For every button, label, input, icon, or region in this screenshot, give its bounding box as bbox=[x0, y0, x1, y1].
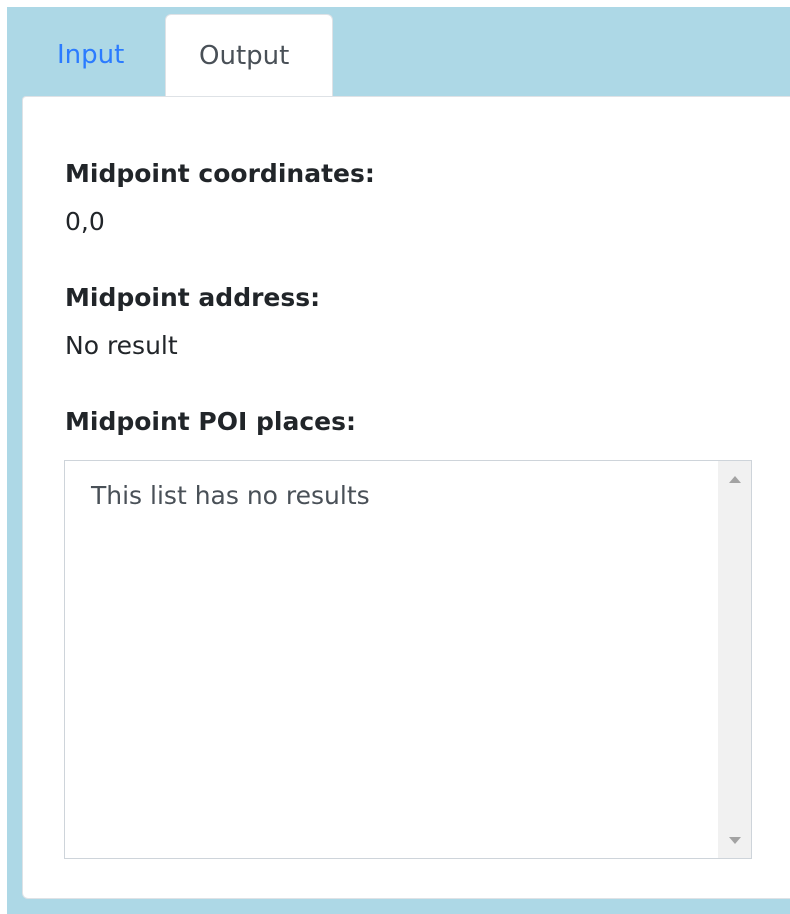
midpoint-poi-label: Midpoint POI places: bbox=[65, 407, 357, 436]
scroll-up-button[interactable] bbox=[718, 463, 751, 495]
tab-output[interactable]: Output bbox=[165, 14, 333, 96]
midpoint-coordinates-value: 0,0 bbox=[65, 207, 105, 236]
scroll-down-button[interactable] bbox=[718, 824, 751, 856]
scroll-down-arrow-icon bbox=[728, 836, 741, 844]
scroll-up-arrow-icon bbox=[728, 475, 741, 483]
poi-listbox[interactable]: This list has no results bbox=[64, 460, 752, 859]
poi-empty-message: This list has no results bbox=[91, 481, 370, 510]
poi-scrollbar[interactable] bbox=[718, 461, 751, 858]
tab-input[interactable]: Input bbox=[47, 14, 165, 96]
tab-input-label: Input bbox=[57, 40, 125, 70]
tab-bar: Input Output bbox=[7, 7, 790, 99]
output-panel: Midpoint coordinates: 0,0 Midpoint addre… bbox=[22, 96, 790, 899]
midpoint-address-label: Midpoint address: bbox=[65, 283, 321, 312]
midpoint-coordinates-label: Midpoint coordinates: bbox=[65, 159, 375, 188]
midpoint-address-value: No result bbox=[65, 331, 178, 360]
app-frame: Input Output Midpoint coordinates: 0,0 M… bbox=[7, 7, 790, 914]
tab-output-label: Output bbox=[199, 41, 290, 71]
